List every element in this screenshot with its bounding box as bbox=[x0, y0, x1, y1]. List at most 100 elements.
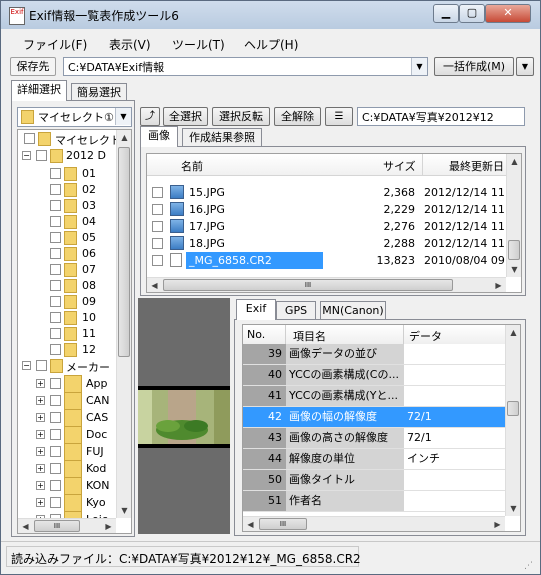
up-folder-button[interactable]: ⤴ bbox=[140, 107, 160, 126]
scroll-down-icon[interactable]: ▼ bbox=[506, 501, 520, 516]
exif-horizontal-scrollbar[interactable]: ◀ III ▶ bbox=[243, 516, 505, 531]
scroll-up-icon[interactable]: ▲ bbox=[117, 130, 131, 145]
expand-icon[interactable]: + bbox=[36, 447, 45, 456]
save-path-combo[interactable]: C:¥DATA¥Exif情報 ▼ bbox=[63, 57, 428, 76]
expand-icon[interactable]: + bbox=[36, 413, 45, 422]
file-row[interactable]: 16.JPG 2,229 2012/12/14 11:2 bbox=[152, 201, 521, 218]
tree-checkbox[interactable] bbox=[50, 216, 61, 227]
tab-result[interactable]: 作成結果参照 bbox=[182, 128, 262, 147]
tree-checkbox[interactable] bbox=[50, 344, 61, 355]
file-row[interactable]: 15.JPG 2,368 2012/12/14 11:2 bbox=[152, 184, 521, 201]
exif-row-selected[interactable]: 42 画像の幅の解像度 72/1 bbox=[243, 407, 505, 428]
resize-grip-icon[interactable]: ⋰ bbox=[524, 560, 536, 572]
scroll-thumb[interactable]: III bbox=[259, 518, 307, 530]
tree-checkbox[interactable] bbox=[50, 497, 61, 508]
batch-create-button[interactable]: 一括作成(M) bbox=[434, 57, 514, 76]
minimize-button[interactable]: ▁ bbox=[433, 4, 459, 23]
collapse-icon[interactable]: − bbox=[22, 151, 31, 160]
scroll-left-icon[interactable]: ◀ bbox=[18, 519, 33, 533]
scroll-thumb[interactable]: III bbox=[34, 520, 80, 532]
current-path-field[interactable]: C:¥DATA¥写真¥2012¥12 bbox=[357, 107, 525, 126]
exif-row[interactable]: 51 作者名 bbox=[243, 491, 505, 512]
tab-detail-select[interactable]: 詳細選択 bbox=[11, 80, 67, 101]
file-row-selected[interactable]: _MG_6858.CR2 13,823 2010/08/04 09:2 bbox=[152, 252, 521, 269]
file-row[interactable]: 17.JPG 2,276 2012/12/14 11:2 bbox=[152, 218, 521, 235]
scroll-down-icon[interactable]: ▼ bbox=[507, 262, 521, 277]
select-all-button[interactable]: 全選択 bbox=[163, 107, 208, 126]
column-no-header[interactable]: No. bbox=[247, 328, 265, 341]
tree-horizontal-scrollbar[interactable]: ◀ III ▶ bbox=[18, 518, 116, 533]
menu-view[interactable]: 表示(V) bbox=[109, 36, 151, 53]
exif-row[interactable]: 50 画像タイトル bbox=[243, 470, 505, 491]
expand-icon[interactable]: + bbox=[36, 481, 45, 490]
tree-checkbox[interactable] bbox=[50, 232, 61, 243]
file-row[interactable]: 18.JPG 2,288 2012/12/14 11:2 bbox=[152, 235, 521, 252]
tree-checkbox[interactable] bbox=[50, 184, 61, 195]
column-modified-header[interactable]: 最終更新日 bbox=[449, 158, 504, 174]
chevron-down-icon[interactable]: ▼ bbox=[411, 58, 427, 75]
tree-checkbox[interactable] bbox=[24, 133, 35, 144]
scroll-right-icon[interactable]: ▶ bbox=[491, 278, 506, 292]
scroll-thumb[interactable]: III bbox=[163, 279, 453, 291]
file-list-vertical-scrollbar[interactable]: ▲ ▼ bbox=[506, 154, 521, 277]
column-item-header[interactable]: 項目名 bbox=[293, 328, 326, 344]
menu-tool[interactable]: ツール(T) bbox=[172, 36, 225, 53]
deselect-all-button[interactable]: 全解除 bbox=[274, 107, 321, 126]
exif-row[interactable]: 44 解像度の単位 インチ bbox=[243, 449, 505, 470]
tree-checkbox[interactable] bbox=[50, 446, 61, 457]
tree-checkbox[interactable] bbox=[50, 480, 61, 491]
maximize-button[interactable]: ▢ bbox=[459, 4, 485, 23]
invert-selection-button[interactable]: 選択反転 bbox=[212, 107, 270, 126]
scroll-thumb[interactable] bbox=[507, 401, 519, 416]
tree-checkbox[interactable] bbox=[50, 328, 61, 339]
tree-checkbox[interactable] bbox=[50, 248, 61, 259]
tree-checkbox[interactable] bbox=[36, 150, 47, 161]
collapse-icon[interactable]: − bbox=[22, 361, 31, 370]
file-checkbox[interactable] bbox=[152, 204, 163, 215]
tree-checkbox[interactable] bbox=[50, 312, 61, 323]
tree-checkbox[interactable] bbox=[50, 168, 61, 179]
scroll-right-icon[interactable]: ▶ bbox=[490, 517, 505, 531]
column-data-header[interactable]: データ bbox=[409, 328, 442, 344]
close-button[interactable]: ✕ bbox=[485, 4, 531, 23]
column-size-header[interactable]: サイズ bbox=[383, 158, 416, 174]
tree-checkbox[interactable] bbox=[36, 360, 47, 371]
menu-file[interactable]: ファイル(F) bbox=[23, 36, 87, 53]
exif-row[interactable]: 40 YCCの画素構成(Cの... bbox=[243, 365, 505, 386]
tab-makernote[interactable]: MN(Canon) bbox=[320, 301, 386, 320]
scroll-thumb[interactable] bbox=[508, 240, 520, 260]
scroll-left-icon[interactable]: ◀ bbox=[243, 517, 258, 531]
tab-gps[interactable]: GPS bbox=[276, 301, 316, 320]
file-checkbox[interactable] bbox=[152, 238, 163, 249]
exif-row[interactable]: 41 YCCの画素構成(Yと... bbox=[243, 386, 505, 407]
scroll-down-icon[interactable]: ▼ bbox=[117, 503, 131, 518]
tab-exif[interactable]: Exif bbox=[236, 299, 276, 320]
scroll-up-icon[interactable]: ▲ bbox=[507, 154, 521, 169]
exif-vertical-scrollbar[interactable]: ▲ ▼ bbox=[505, 325, 520, 516]
list-view-icon[interactable]: ☰ bbox=[325, 107, 353, 126]
scroll-thumb[interactable] bbox=[118, 147, 130, 357]
tree-vertical-scrollbar[interactable]: ▲ ▼ bbox=[116, 130, 131, 518]
tree-checkbox[interactable] bbox=[50, 200, 61, 211]
scroll-right-icon[interactable]: ▶ bbox=[101, 519, 116, 533]
file-list-horizontal-scrollbar[interactable]: ◀ III ▶ bbox=[147, 277, 506, 292]
tree-checkbox[interactable] bbox=[50, 395, 61, 406]
file-checkbox[interactable] bbox=[152, 221, 163, 232]
tab-image[interactable]: 画像 bbox=[140, 126, 178, 147]
chevron-down-icon[interactable]: ▼ bbox=[115, 108, 131, 125]
tree-checkbox[interactable] bbox=[50, 412, 61, 423]
exif-row[interactable]: 39 画像データの並び bbox=[243, 344, 505, 365]
file-checkbox[interactable] bbox=[152, 255, 163, 266]
tree-checkbox[interactable] bbox=[50, 378, 61, 389]
scroll-up-icon[interactable]: ▲ bbox=[506, 325, 520, 340]
batch-dropdown-button[interactable]: ▼ bbox=[516, 57, 534, 76]
expand-icon[interactable]: + bbox=[36, 464, 45, 473]
file-checkbox[interactable] bbox=[152, 187, 163, 198]
tree-checkbox[interactable] bbox=[50, 429, 61, 440]
expand-icon[interactable]: + bbox=[36, 498, 45, 507]
menu-help[interactable]: ヘルプ(H) bbox=[244, 36, 298, 53]
column-name-header[interactable]: 名前 bbox=[181, 158, 203, 174]
tree-checkbox[interactable] bbox=[50, 296, 61, 307]
expand-icon[interactable]: + bbox=[36, 396, 45, 405]
tree-checkbox[interactable] bbox=[50, 280, 61, 291]
